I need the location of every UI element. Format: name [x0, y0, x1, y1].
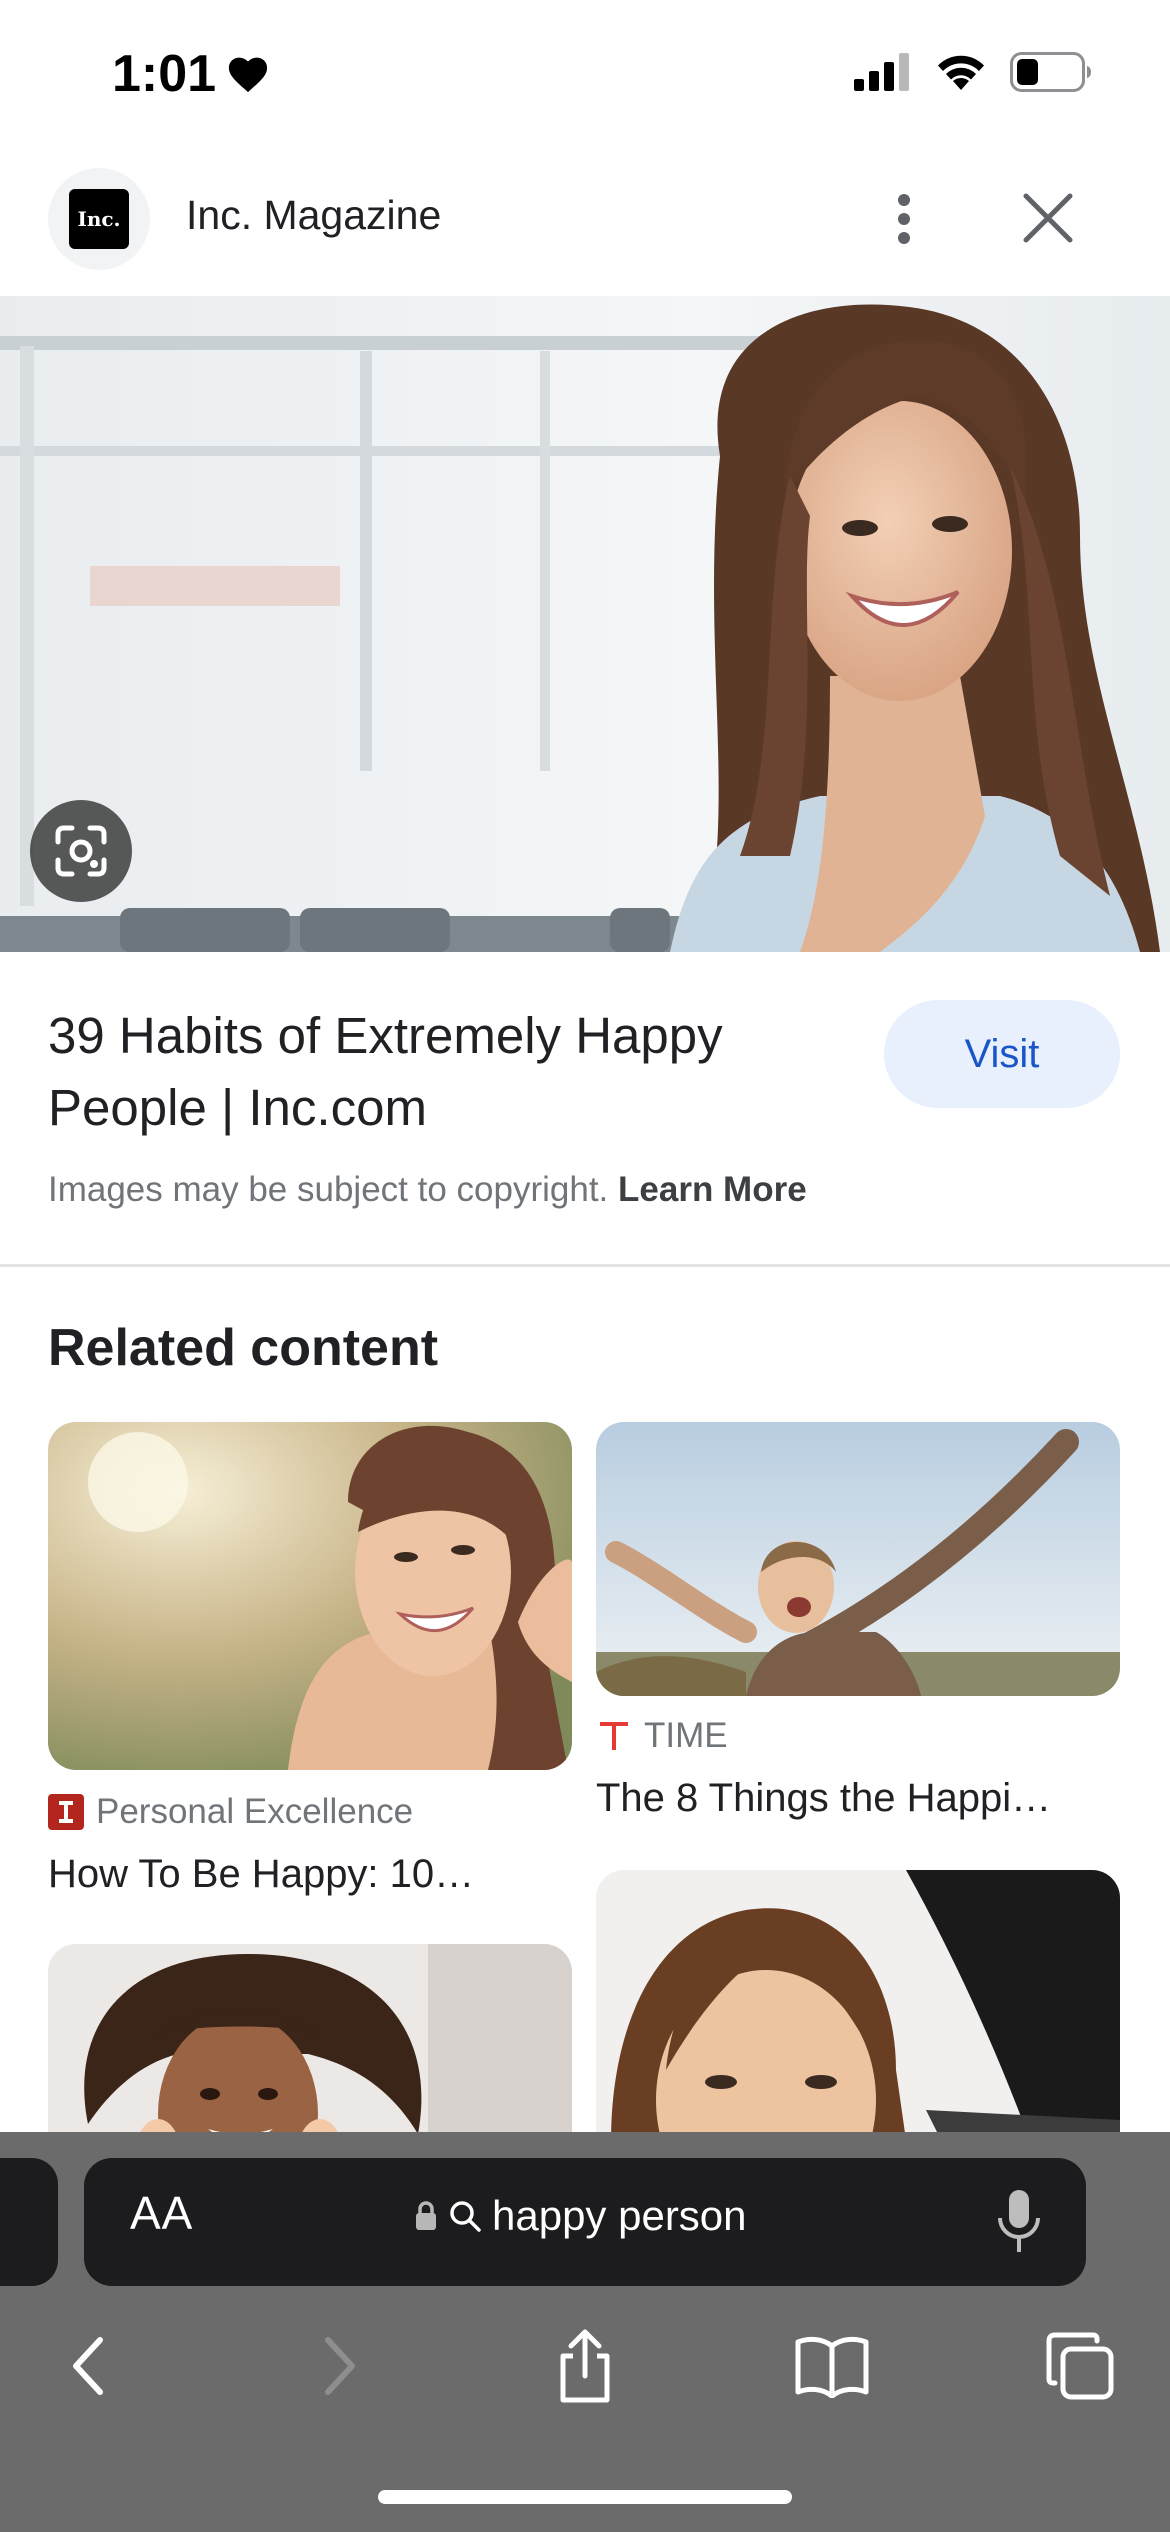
divider — [0, 1264, 1170, 1267]
inc-logo: Inc. — [69, 189, 129, 249]
source-name: TIME — [644, 1716, 728, 1755]
status-time: 1:01 — [112, 44, 270, 104]
share-button[interactable] — [545, 2326, 625, 2406]
status-icons — [854, 52, 1092, 92]
microphone-icon[interactable] — [996, 2188, 1042, 2256]
dot — [898, 232, 910, 244]
main-result-image[interactable] — [0, 296, 1170, 952]
lens-icon — [55, 825, 107, 877]
share-icon — [560, 2329, 610, 2403]
wifi-icon — [938, 55, 984, 90]
learn-more-link[interactable]: Learn More — [618, 1170, 807, 1209]
related-card-source: TIME — [596, 1716, 728, 1756]
chevron-left-icon — [73, 2337, 103, 2395]
bookmarks-button[interactable] — [792, 2326, 872, 2406]
battery-icon — [1010, 52, 1091, 92]
cellular-signal-icon — [854, 53, 909, 91]
result-title[interactable]: 39 Habits of Extremely Happy People | In… — [48, 1000, 828, 1144]
dot — [898, 213, 910, 225]
time-text: 1:01 — [112, 45, 217, 103]
dot — [898, 194, 910, 206]
copyright-notice: Images may be subject to copyright. Lear… — [48, 1170, 807, 1210]
heart-icon — [228, 57, 268, 93]
related-card-source: Personal Excellence — [48, 1792, 413, 1832]
url-text: happy person — [492, 2192, 747, 2239]
home-indicator — [378, 2490, 792, 2504]
source-name: Personal Excellence — [96, 1792, 414, 1831]
publisher-avatar[interactable]: Inc. — [48, 168, 150, 270]
aa-label: AA — [130, 2187, 194, 2239]
related-card-title[interactable]: The 8 Things the Happi… — [596, 1776, 1051, 1821]
back-button[interactable] — [48, 2326, 128, 2406]
chevron-right-icon — [325, 2337, 355, 2395]
google-lens-button[interactable] — [30, 800, 132, 902]
time-logo-icon — [600, 1722, 628, 1750]
visit-button[interactable]: Visit — [884, 1000, 1120, 1108]
lock-icon — [416, 2201, 436, 2230]
close-icon[interactable] — [1016, 186, 1080, 250]
related-content-heading: Related content — [48, 1319, 439, 1377]
book-icon — [795, 2336, 869, 2398]
more-options-button[interactable] — [876, 186, 932, 252]
page-settings-button[interactable]: AA — [130, 2186, 193, 2240]
url-display[interactable]: happy person — [414, 2192, 747, 2240]
publisher-name[interactable]: Inc. Magazine — [186, 192, 441, 239]
related-card-title[interactable]: How To Be Happy: 10… — [48, 1852, 474, 1897]
related-card-image[interactable] — [48, 1422, 572, 1770]
previous-tab-peek[interactable] — [0, 2158, 58, 2286]
forward-button[interactable] — [300, 2326, 380, 2406]
tabs-button[interactable] — [1040, 2326, 1120, 2406]
search-icon — [450, 2201, 481, 2232]
personal-excellence-logo-icon — [48, 1794, 84, 1830]
copyright-text: Images may be subject to copyright. — [48, 1170, 609, 1209]
tabs-icon — [1046, 2332, 1114, 2400]
related-card-image[interactable] — [596, 1422, 1120, 1696]
